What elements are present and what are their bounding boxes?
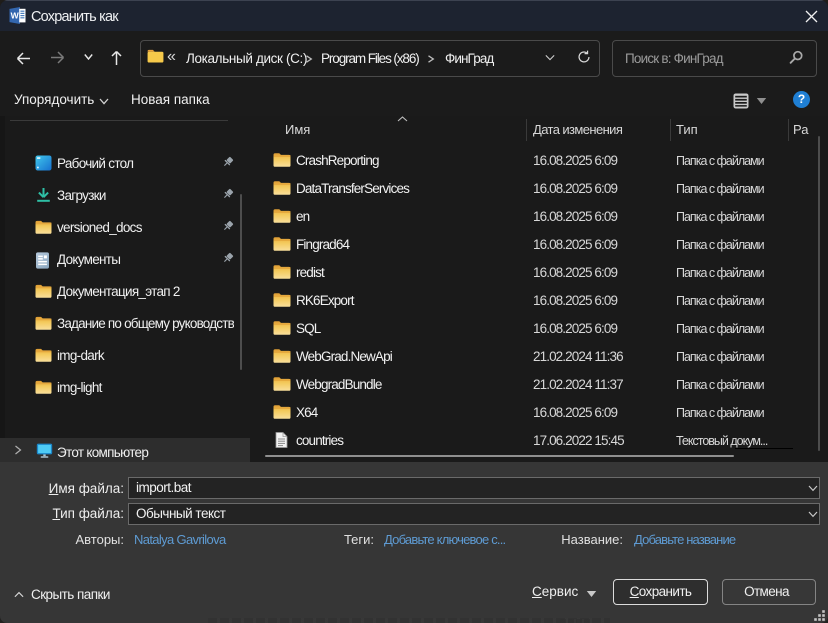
svg-text:W: W (11, 11, 20, 21)
